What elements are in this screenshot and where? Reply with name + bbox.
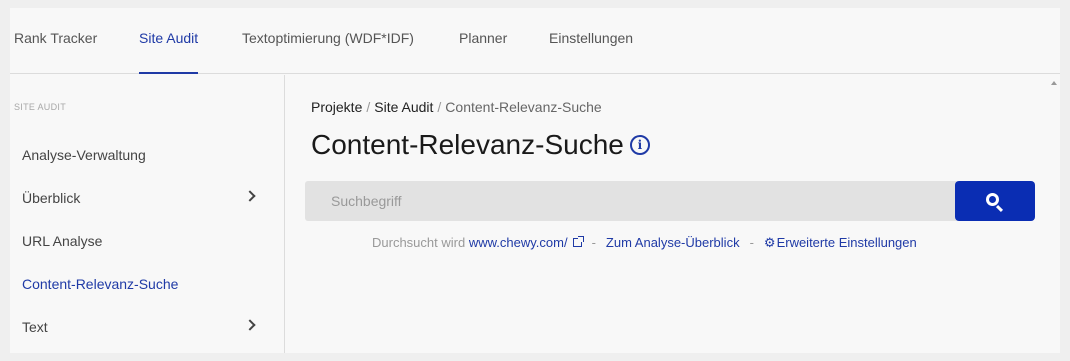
sidebar-section-label: SITE AUDIT	[14, 102, 67, 112]
search-icon-handle	[995, 204, 1004, 213]
sidebar-item-text[interactable]: Text	[10, 307, 284, 347]
sidebar-item-label: Analyse-Verwaltung	[22, 147, 146, 163]
search-info-links: Durchsucht wird www.chewy.com/ - Zum Analy…	[372, 235, 917, 251]
sidebar-item-label: URL Analyse	[22, 233, 103, 249]
sidebar-item-url-analyse[interactable]: URL Analyse	[10, 221, 284, 261]
external-link-icon[interactable]	[572, 236, 584, 247]
breadcrumb-current: Content-Relevanz-Suche	[445, 99, 602, 115]
app-frame: Rank Tracker Site Audit Textoptimierung …	[10, 8, 1060, 353]
info-icon[interactable]: i	[629, 134, 650, 155]
breadcrumb-separator: /	[366, 99, 371, 115]
sidebar-item-label: Content-Relevanz-Suche	[22, 276, 179, 292]
breadcrumb-separator: /	[437, 99, 442, 115]
sidebar: SITE AUDIT Analyse-Verwaltung Überblick …	[10, 75, 285, 353]
link-separator: -	[749, 235, 754, 250]
tab-site-audit[interactable]: Site Audit	[139, 8, 199, 74]
sidebar-item-analyse-verwaltung[interactable]: Analyse-Verwaltung	[10, 135, 284, 175]
main-content: Projekte / Site Audit / Content-Relevanz-Suc…	[286, 75, 1060, 353]
link-separator: -	[591, 235, 596, 250]
page-title-row: Content-Relevanz-Suche i	[311, 129, 650, 161]
search-input[interactable]	[305, 181, 957, 221]
chevron-right-icon	[244, 190, 256, 202]
top-navigation: Rank Tracker Site Audit Textoptimierung …	[10, 8, 1060, 74]
advanced-settings-link[interactable]: Erweiterte Einstellungen	[777, 235, 917, 250]
sidebar-item-content-relevanz-suche[interactable]: Content-Relevanz-Suche	[10, 264, 284, 304]
search-bar	[305, 181, 1035, 221]
page-title: Content-Relevanz-Suche	[311, 129, 624, 160]
sidebar-item-label: Überblick	[22, 190, 81, 206]
analysis-overview-link[interactable]: Zum Analyse-Überblick	[606, 235, 740, 250]
search-button[interactable]	[955, 181, 1035, 221]
chevron-right-icon	[244, 319, 256, 331]
sidebar-item-label: Text	[22, 319, 48, 335]
tab-textoptimierung[interactable]: Textoptimierung (WDF*IDF)	[242, 8, 414, 74]
tab-planner[interactable]: Planner	[459, 8, 507, 74]
sidebar-item-ueberblick[interactable]: Überblick	[10, 178, 284, 218]
tab-einstellungen[interactable]: Einstellungen	[549, 8, 633, 74]
breadcrumb-site-audit[interactable]: Site Audit	[374, 99, 433, 115]
breadcrumb-projekte[interactable]: Projekte	[311, 99, 362, 115]
scroll-up-arrow-icon[interactable]	[1051, 81, 1057, 85]
searched-prefix: Durchsucht wird	[372, 235, 466, 250]
breadcrumb: Projekte / Site Audit / Content-Relevanz-Suc…	[311, 99, 602, 115]
tab-rank-tracker[interactable]: Rank Tracker	[14, 8, 97, 74]
gear-icon[interactable]: ⚙	[764, 235, 776, 250]
domain-link[interactable]: www.chewy.com/	[469, 235, 568, 250]
